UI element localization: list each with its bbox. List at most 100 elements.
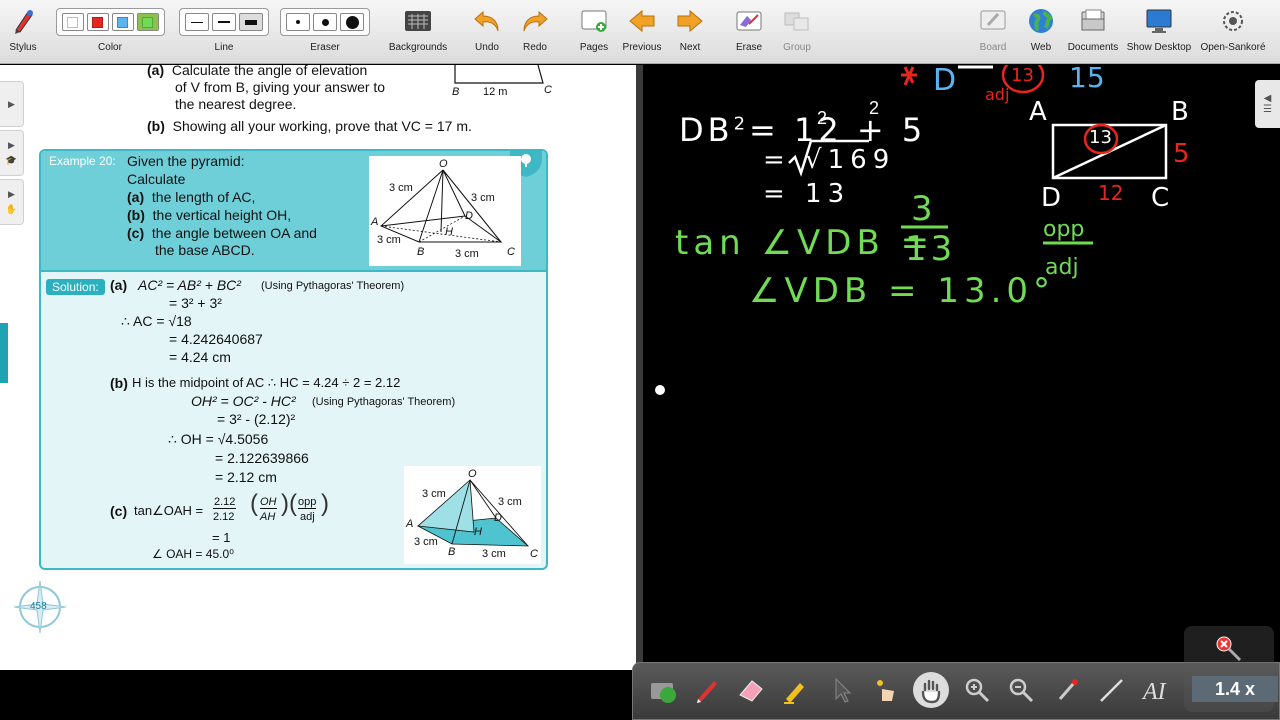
- right-tab-1[interactable]: ◀ ☰: [1255, 80, 1280, 128]
- line-tool-icon: [1100, 679, 1123, 702]
- documents-button[interactable]: Documents: [1066, 0, 1120, 64]
- hand-icon: ✋: [5, 204, 18, 214]
- top-label-13: 13: [1011, 65, 1034, 86]
- rect-label-a: A: [1029, 97, 1047, 127]
- color-swatch-blue[interactable]: [111, 13, 134, 31]
- sol-c-oh: OH: [260, 496, 277, 509]
- rect-label-c: C: [1151, 183, 1170, 213]
- eraser-size-picker: Eraser: [280, 0, 370, 64]
- fig2-3cm-right: 3 cm: [498, 496, 522, 508]
- gear-icon: [1223, 11, 1243, 31]
- redo-button[interactable]: Redo: [516, 0, 554, 64]
- stylus-button[interactable]: Stylus: [2, 0, 44, 64]
- top-fig-c: C: [544, 84, 552, 96]
- side-tab-1[interactable]: ▶: [0, 81, 24, 127]
- backgrounds-button[interactable]: Backgrounds: [388, 0, 448, 64]
- sol-a-line5: = 4.24 cm: [169, 349, 231, 365]
- question-b: (b) Showing all your working, prove that…: [147, 118, 472, 134]
- play-left-icon: ◀: [1263, 93, 1272, 104]
- line-thin[interactable]: [185, 13, 209, 31]
- dock-line-button[interactable]: [1093, 672, 1129, 708]
- undo-button[interactable]: Undo: [468, 0, 506, 64]
- eraser-medium[interactable]: [313, 13, 337, 31]
- dock-text-button[interactable]: AI: [1139, 672, 1175, 708]
- example-title: Given the pyramid:: [127, 153, 245, 169]
- list-icon: ☰: [1263, 104, 1272, 115]
- stylus-label: Stylus: [9, 42, 37, 53]
- color-swatch-red[interactable]: [86, 13, 109, 31]
- web-button[interactable]: Web: [1022, 0, 1060, 64]
- fig1-3cm-bottom: 3 cm: [455, 248, 479, 260]
- fig1-b: B: [417, 246, 425, 258]
- document-page: ▶ ▶ 🎓 ▶ ✋ (a) Calculate the angle of eleva…: [0, 65, 636, 670]
- dock-camera-button[interactable]: [645, 672, 681, 708]
- previous-button[interactable]: Previous: [620, 0, 664, 64]
- blackboard[interactable]: DB2= 12 + 5 2 2 = √169 = 13 tan ∠VDB = 3…: [643, 61, 1280, 670]
- dock-highlighter-button[interactable]: [777, 672, 813, 708]
- line-medium[interactable]: [212, 13, 236, 31]
- board-button[interactable]: Board: [974, 0, 1012, 64]
- side-tab-3[interactable]: ▶ ✋: [0, 179, 24, 225]
- sol-a-note: (Using Pythagoras' Theorem): [261, 280, 405, 292]
- example-part-c: (c) the angle between OA and: [127, 225, 317, 241]
- fig1-3cm-left: 3 cm: [389, 182, 413, 194]
- fig2-b: B: [448, 546, 456, 558]
- page-number: 458: [30, 601, 47, 612]
- erase-button[interactable]: Erase: [730, 0, 768, 64]
- example-part-c-cont: the base ABCD.: [155, 242, 255, 258]
- dock-pen-button[interactable]: [689, 672, 725, 708]
- laser-pointer-icon: [1058, 679, 1078, 700]
- color-swatches: [55, 8, 165, 36]
- magnifier-close-icon[interactable]: [1214, 634, 1246, 666]
- eraser-large[interactable]: [340, 13, 364, 31]
- dock-hand-button[interactable]: [913, 672, 949, 708]
- top-label-adj: adj: [985, 85, 1010, 104]
- sol-c-line1: tan∠OAH =: [134, 503, 204, 518]
- color-swatch-white[interactable]: [61, 13, 84, 31]
- fig2-h: H: [474, 526, 482, 538]
- next-label: Next: [679, 42, 701, 53]
- db-equation-lhs: DB2= 12 + 5: [679, 111, 927, 149]
- section-marker: [0, 323, 8, 383]
- example-label: Example 20:: [49, 154, 116, 168]
- dock-zoom-out-button[interactable]: [1003, 672, 1039, 708]
- pages-label: Pages: [579, 42, 609, 53]
- eraser-small[interactable]: [286, 13, 310, 31]
- db-square-1: 2: [817, 108, 828, 128]
- zoom-out-icon: [1009, 678, 1034, 703]
- fig1-a: A: [371, 216, 379, 228]
- line-label: Line: [214, 42, 234, 53]
- top-label-d: D: [933, 63, 957, 98]
- previous-label: Previous: [622, 42, 662, 53]
- dock-select-button[interactable]: [823, 672, 859, 708]
- dock-zoom-in-button[interactable]: [959, 672, 995, 708]
- play-icon: ▶: [8, 189, 15, 199]
- sol-a-line3: ∴ AC = √18: [121, 313, 192, 329]
- next-button[interactable]: Next: [670, 0, 710, 64]
- graduation-cap-icon: 🎓: [5, 155, 18, 165]
- play-icon: ▶: [8, 140, 15, 150]
- zoom-level: 1.4 x: [1192, 676, 1278, 702]
- zoom-in-icon: [965, 678, 990, 703]
- color-swatch-green[interactable]: [136, 13, 159, 31]
- group-button[interactable]: Group: [778, 0, 816, 64]
- dock-interact-button[interactable]: [867, 672, 903, 708]
- sol-c-opp: opp: [298, 496, 317, 509]
- line-thick[interactable]: [239, 13, 263, 31]
- hand-icon: [921, 679, 941, 704]
- arrow-left-icon: [629, 9, 655, 33]
- sol-c-ah: AH: [260, 511, 276, 523]
- redo-icon: [523, 10, 548, 32]
- side-tab-2[interactable]: ▶ 🎓: [0, 130, 24, 176]
- question-a: (a) Calculate the angle of elevation: [147, 65, 368, 78]
- dock-eraser-button[interactable]: [733, 672, 769, 708]
- show-desktop-button[interactable]: Show Desktop: [1124, 0, 1194, 64]
- open-sankore-button[interactable]: Open-Sankoré: [1198, 0, 1268, 64]
- fig1-3cm-right: 3 cm: [471, 192, 495, 204]
- pages-button[interactable]: Pages: [574, 0, 614, 64]
- fig2-3cm-bottom: 3 cm: [482, 548, 506, 560]
- fig1-3cm-bottom-left: 3 cm: [377, 234, 401, 246]
- sol-b-line2: OH² = OC² - HC²: [191, 393, 296, 409]
- dock-laser-button[interactable]: [1049, 672, 1085, 708]
- paren-left-1: (: [250, 490, 258, 517]
